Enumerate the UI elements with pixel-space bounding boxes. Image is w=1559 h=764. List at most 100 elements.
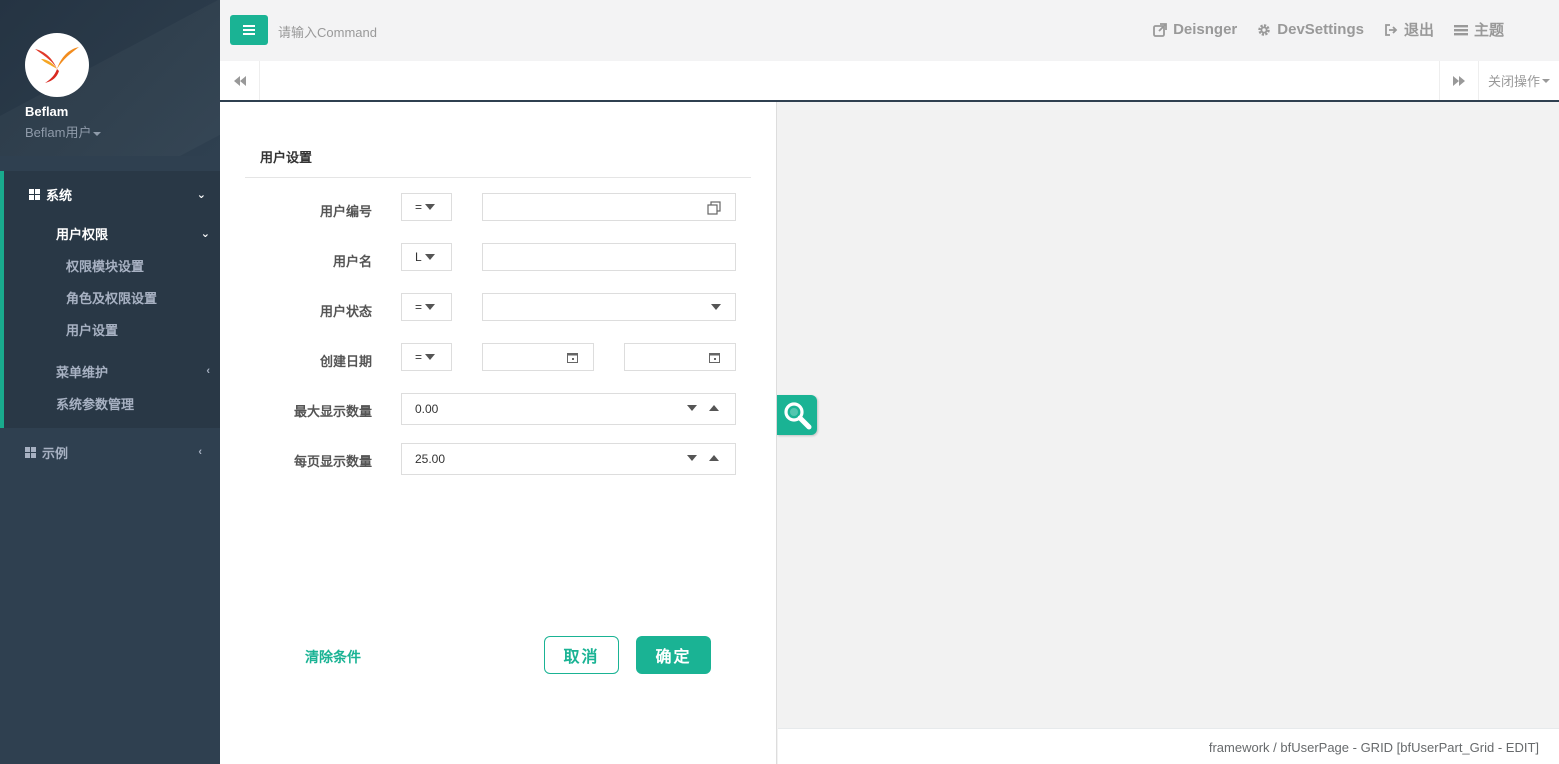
operator-value: = (415, 350, 423, 364)
confirm-button[interactable]: 确定 (636, 636, 711, 674)
sidebar-item-role-perm[interactable]: 角色及权限设置 (4, 281, 220, 313)
search-panel: 用户设置 用户编号 = 用户名 L 用户状态 = 创建日期 = 最大显示数量 0… (220, 102, 777, 764)
max-display-value: 0.00 (415, 402, 439, 416)
increment-arrow-icon[interactable] (709, 405, 719, 411)
sidebar-item-label: 菜单维护 (56, 364, 109, 380)
user-status-operator-select[interactable]: = (401, 293, 452, 321)
gear-icon (1258, 23, 1271, 36)
increment-arrow-icon[interactable] (709, 455, 719, 461)
sidebar-item-label: 系统 (46, 187, 73, 203)
user-status-select[interactable] (482, 293, 736, 321)
panel-title: 用户设置 (260, 150, 313, 165)
close-operations-label: 关闭操作 (1487, 74, 1540, 89)
create-date-label: 创建日期 (319, 354, 372, 369)
sidebar-item-user-settings[interactable]: 用户设置 (4, 313, 220, 345)
devsettings-link[interactable]: DevSettings (1257, 19, 1364, 40)
search-toggle-button[interactable] (777, 395, 817, 435)
user-no-input[interactable] (482, 193, 736, 221)
cancel-button[interactable]: 取消 (544, 636, 619, 674)
status-footer: framework / bfUserPage - GRID [bfUserPar… (778, 728, 1559, 764)
forward-icon (1453, 75, 1465, 86)
popup-select-icon[interactable] (707, 201, 721, 215)
nav-group-system: 系统 ⌄ 用户权限 ⌄ 权限模块设置 角色及权限设置 用户设置 菜单维护 ‹ 系… (0, 171, 220, 428)
user-status-label: 用户状态 (319, 304, 372, 319)
decrement-arrow-icon[interactable] (687, 405, 697, 411)
chevron-down-icon: ⌄ (196, 188, 206, 201)
caret-down-icon (1542, 78, 1550, 83)
operator-value: L (415, 250, 422, 264)
devsettings-link-label: DevSettings (1277, 21, 1364, 38)
command-input[interactable] (278, 22, 578, 42)
divider (245, 177, 751, 178)
theme-link[interactable]: 主题 (1453, 19, 1504, 40)
chevron-left-icon: ‹ (198, 446, 202, 458)
external-link-icon (1153, 22, 1167, 37)
sign-out-icon (1385, 23, 1398, 36)
user-name-label: 用户名 (332, 254, 372, 269)
profile-role-label: Beflam用户 (25, 125, 92, 140)
user-name-input[interactable] (482, 243, 736, 271)
top-links: Deisnger DevSettings 退出 主题 (1153, 19, 1504, 40)
sidebar-item-user-perm[interactable]: 用户权限 ⌄ (4, 217, 220, 249)
sidebar-item-menu-maint[interactable]: 菜单维护 ‹ (4, 355, 220, 387)
sidebar: Beflam Beflam用户 系统 ⌄ 用户权限 ⌄ 权限模块设置 角色及权限… (0, 0, 220, 764)
bird-logo-icon (35, 47, 79, 83)
calendar-icon[interactable] (567, 352, 578, 363)
sidebar-item-system[interactable]: 系统 ⌄ (4, 178, 220, 210)
create-date-operator-select[interactable]: = (401, 343, 452, 371)
grid-icon (29, 188, 40, 200)
dropdown-arrow-icon (424, 254, 435, 260)
sidebar-item-label: 角色及权限设置 (66, 290, 158, 306)
max-display-label: 最大显示数量 (293, 404, 372, 419)
sidebar-item-label: 权限模块设置 (66, 258, 145, 274)
list-icon (1453, 24, 1468, 35)
spinner (687, 405, 719, 411)
tab-scroll-left-button[interactable] (220, 61, 260, 100)
create-date-from-input[interactable] (482, 343, 594, 371)
sidebar-item-perm-module[interactable]: 权限模块设置 (4, 249, 220, 281)
user-name-operator-select[interactable]: L (401, 243, 452, 271)
page-size-input[interactable]: 25.00 (401, 443, 736, 475)
clear-conditions-link[interactable]: 清除条件 (305, 647, 361, 667)
create-date-to-input[interactable] (624, 343, 736, 371)
search-icon (784, 402, 812, 430)
tab-scroll-right-button[interactable] (1439, 61, 1479, 100)
footer-path-text: framework / bfUserPage - GRID [bfUserPar… (1208, 740, 1539, 755)
page-size-label: 每页显示数量 (293, 454, 372, 469)
profile-header: Beflam Beflam用户 (0, 0, 220, 156)
page-size-value: 25.00 (415, 452, 446, 466)
chevron-down-icon: ⌄ (200, 227, 210, 240)
sidebar-item-label: 用户权限 (56, 226, 109, 242)
profile-name: Beflam (25, 104, 69, 119)
logout-link-label: 退出 (1403, 22, 1434, 39)
sidebar-item-examples[interactable]: 示例 ‹ (0, 436, 220, 468)
designer-link-label: Deisnger (1173, 21, 1238, 38)
operator-value: = (415, 300, 423, 314)
tabs-bar: 关闭操作 (220, 61, 1559, 102)
spinner (687, 455, 719, 461)
calendar-icon[interactable] (709, 352, 720, 363)
logout-link[interactable]: 退出 (1384, 19, 1434, 40)
grid-icon (25, 446, 36, 458)
sidebar-nav: 系统 ⌄ 用户权限 ⌄ 权限模块设置 角色及权限设置 用户设置 菜单维护 ‹ 系… (0, 171, 220, 461)
backward-icon (233, 75, 246, 86)
sidebar-item-label: 系统参数管理 (56, 396, 135, 412)
hamburger-icon (243, 29, 255, 31)
dropdown-arrow-icon (711, 304, 721, 310)
dropdown-arrow-icon (425, 204, 436, 210)
close-operations-dropdown[interactable]: 关闭操作 (1479, 61, 1559, 100)
operator-value: = (415, 200, 423, 214)
profile-role-dropdown[interactable]: Beflam用户 (25, 122, 102, 141)
designer-link[interactable]: Deisnger (1153, 19, 1237, 40)
decrement-arrow-icon[interactable] (687, 455, 697, 461)
user-no-label: 用户编号 (319, 204, 372, 219)
dropdown-arrow-icon (425, 354, 436, 360)
dropdown-arrow-icon (425, 304, 436, 310)
user-no-operator-select[interactable]: = (401, 193, 452, 221)
avatar[interactable] (25, 33, 89, 97)
sidebar-item-sys-params[interactable]: 系统参数管理 (4, 387, 220, 419)
max-display-input[interactable]: 0.00 (401, 393, 736, 425)
top-navbar: Deisnger DevSettings 退出 主题 (220, 0, 1559, 61)
menu-toggle-button[interactable] (230, 15, 268, 45)
sidebar-item-label: 用户设置 (66, 322, 119, 338)
